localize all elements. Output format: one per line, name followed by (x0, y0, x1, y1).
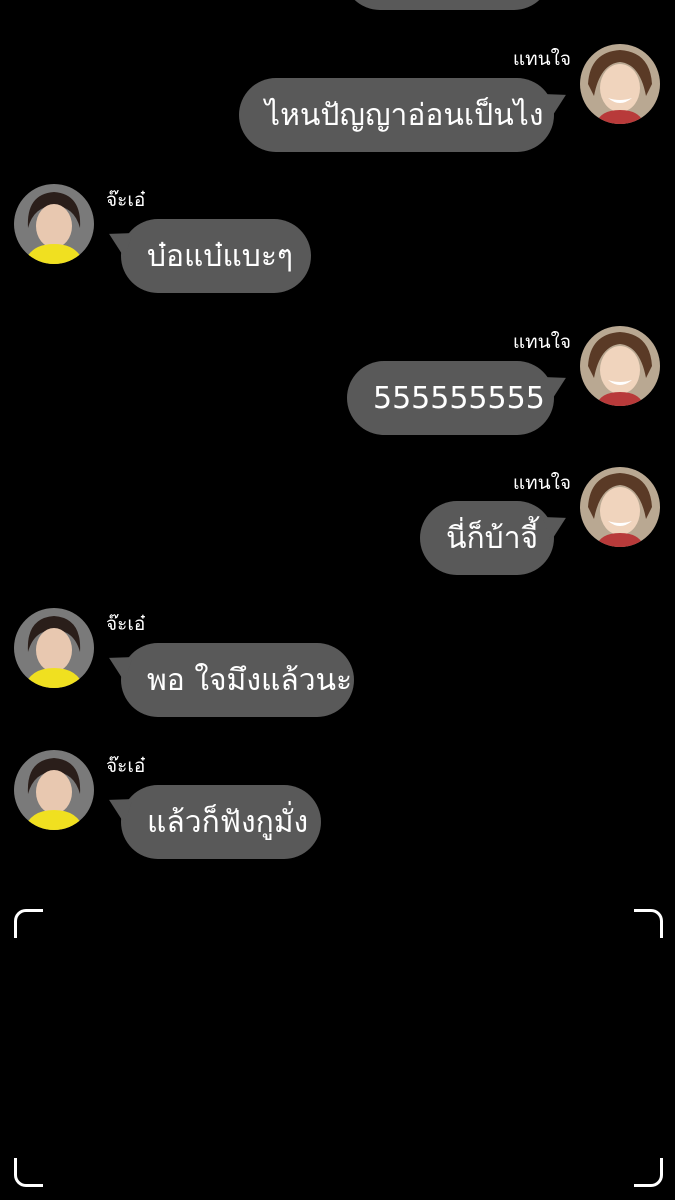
avatar-left[interactable] (14, 184, 94, 264)
viewfinder-corner-top-left (14, 909, 43, 938)
avatar-left[interactable] (14, 608, 94, 688)
message-text: แล้วก็ฟังกูมั่ง (147, 804, 309, 840)
message-text: บ๋อแบ๋แบะๆ (147, 238, 294, 274)
message-bubble-left[interactable]: บ๋อแบ๋แบะๆ (121, 219, 311, 293)
message-bubble-left[interactable]: พอ ใจมึงแล้วนะ (121, 643, 354, 717)
avatar-left-image (14, 608, 94, 688)
avatar-right-image (580, 44, 660, 124)
sender-name-right: แทนใจ (512, 472, 571, 494)
avatar-right[interactable] (580, 326, 660, 406)
message-text: ไหนปัญญาอ่อนเป็นไง (265, 97, 544, 133)
avatar-left-image (14, 750, 94, 830)
avatar-right[interactable] (580, 467, 660, 547)
sender-name-right: แทนใจ (512, 331, 571, 353)
message-text: พอ ใจมึงแล้วนะ (147, 662, 353, 698)
sender-name-right: แทนใจ (512, 48, 571, 70)
avatar-right-image (580, 326, 660, 406)
message-text: นี่ก็บ้าจี้ (446, 520, 539, 556)
avatar-left-image (14, 184, 94, 264)
message-bubble-right[interactable]: 555555555 (347, 361, 554, 435)
message-bubble-right[interactable]: นี่ก็บ้าจี้ (420, 501, 554, 575)
viewfinder-corner-bottom-left (14, 1158, 43, 1187)
sender-name-left: จ๊ะเอ๋ (106, 613, 146, 635)
viewfinder-corner-bottom-right (634, 1158, 663, 1187)
sender-name-left: จ๊ะเอ๋ (106, 189, 146, 211)
avatar-right-image (580, 467, 660, 547)
avatar-right[interactable] (580, 44, 660, 124)
message-bubble-left[interactable]: แล้วก็ฟังกูมั่ง (121, 785, 321, 859)
message-text: 555555555 (373, 380, 545, 416)
viewfinder-corner-top-right (634, 909, 663, 938)
sender-name-left: จ๊ะเอ๋ (106, 755, 146, 777)
partial-message-bubble (343, 0, 551, 10)
avatar-left[interactable] (14, 750, 94, 830)
message-bubble-right[interactable]: ไหนปัญญาอ่อนเป็นไง (239, 78, 554, 152)
